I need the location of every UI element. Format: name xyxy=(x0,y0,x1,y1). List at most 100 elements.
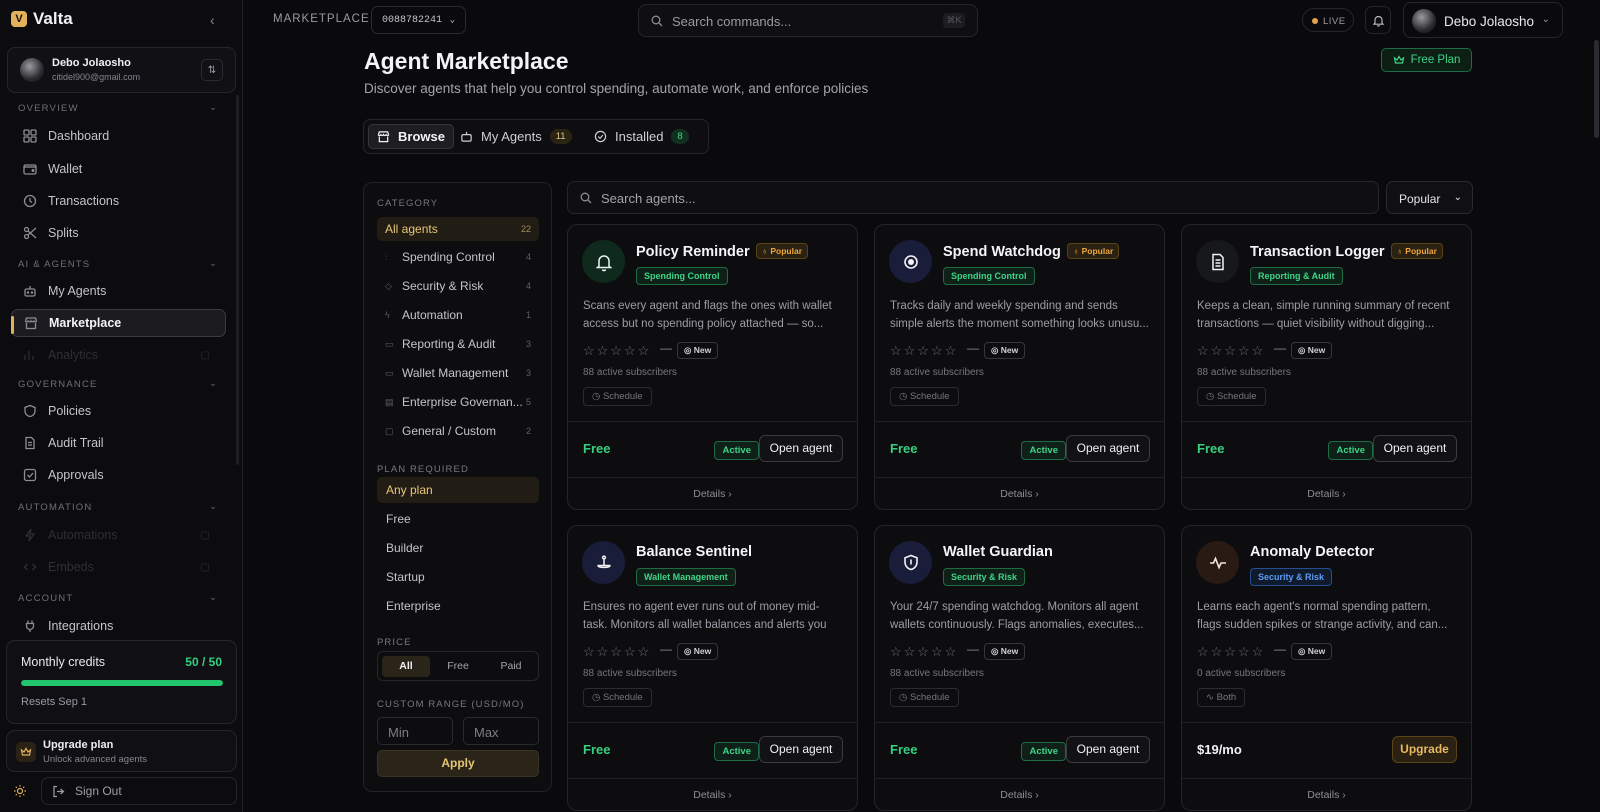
status-badge: Active xyxy=(1021,441,1066,460)
command-search[interactable]: Search commands... ⌘K xyxy=(638,4,978,37)
category-enterprise-governance[interactable]: ▤ Enterprise Governan... 5 xyxy=(377,390,539,414)
account-selector[interactable]: 0088782241 ⌄ xyxy=(371,6,466,34)
page-subtitle: Discover agents that help you control sp… xyxy=(364,81,869,96)
bell-icon xyxy=(582,240,625,283)
section-overview[interactable]: OVERVIEW ⌄ xyxy=(18,102,218,114)
open-agent-button[interactable]: Open agent xyxy=(1066,435,1150,462)
clock-icon: ◷ xyxy=(592,692,601,703)
sidebar-item-approvals[interactable]: Approvals xyxy=(11,461,226,489)
sun-icon[interactable] xyxy=(9,780,31,802)
notifications-button[interactable] xyxy=(1365,6,1391,34)
divider xyxy=(875,778,1164,779)
subscriber-count: 88 active subscribers xyxy=(583,668,677,679)
price-paid[interactable]: Paid xyxy=(487,656,535,677)
marketplace-tabs: Browse My Agents 11 Installed 8 xyxy=(363,119,709,154)
trigger-label: Both xyxy=(1216,692,1237,703)
details-link[interactable]: Details › xyxy=(875,789,1164,801)
agent-name-text: Wallet Guardian xyxy=(943,544,1053,560)
main-scrollbar[interactable] xyxy=(1594,40,1599,138)
details-link[interactable]: Details › xyxy=(568,488,857,500)
section-automation[interactable]: AUTOMATION ⌄ xyxy=(18,501,218,513)
apply-button[interactable]: Apply xyxy=(377,750,539,777)
collapse-sidebar-icon[interactable]: ‹ xyxy=(210,12,215,28)
price-all[interactable]: All xyxy=(382,656,430,677)
sidebar-item-my-agents[interactable]: My Agents xyxy=(11,277,226,305)
sidebar-item-dashboard[interactable]: Dashboard xyxy=(11,122,226,150)
sidebar-item-splits[interactable]: Splits xyxy=(11,219,226,247)
sidebar-item-wallet[interactable]: Wallet xyxy=(11,155,226,183)
lock-icon: ▢ xyxy=(200,349,210,361)
agent-name: Transaction Logger ♁ Popular xyxy=(1250,243,1443,260)
category-spending-control[interactable]: ⫶ Spending Control 4 xyxy=(377,245,539,269)
plan-any[interactable]: Any plan xyxy=(377,477,539,503)
details-link[interactable]: Details › xyxy=(1182,789,1471,801)
category-general-custom[interactable]: ▢ General / Custom 2 xyxy=(377,419,539,443)
section-account[interactable]: ACCOUNT ⌄ xyxy=(18,592,218,604)
plan-enterprise[interactable]: Enterprise xyxy=(377,593,539,619)
plan-badge[interactable]: Free Plan xyxy=(1381,48,1472,72)
open-agent-button[interactable]: Open agent xyxy=(759,435,843,462)
category-badge: Security & Risk xyxy=(1250,568,1333,586)
command-search-placeholder: Search commands... xyxy=(672,14,792,29)
section-ai-agents[interactable]: AI & AGENTS ⌄ xyxy=(18,258,218,270)
sidebar-item-marketplace[interactable]: Marketplace xyxy=(11,309,226,337)
chevron-down-icon: ⌄ xyxy=(209,592,218,602)
details-link[interactable]: Details › xyxy=(568,789,857,801)
category-automation[interactable]: ϟ Automation 1 xyxy=(377,303,539,327)
agent-card-policy-reminder[interactable]: Policy Reminder ♁ Popular Spending Contro… xyxy=(567,224,858,510)
upgrade-plan-card[interactable]: Upgrade plan Unlock advanced agents xyxy=(6,730,237,772)
sidebar-item-analytics[interactable]: Analytics ▢ xyxy=(11,341,226,369)
sidebar-item-policies[interactable]: Policies xyxy=(11,397,226,425)
agent-card-balance-sentinel[interactable]: Balance Sentinel Wallet Management Ensur… xyxy=(567,525,858,811)
sidebar-item-audit-trail[interactable]: Audit Trail xyxy=(11,429,226,457)
agent-card-anomaly-detector[interactable]: Anomaly Detector Security & Risk Learns … xyxy=(1181,525,1472,811)
agent-card-transaction-logger[interactable]: Transaction Logger ♁ Popular Reporting & … xyxy=(1181,224,1472,510)
category-wallet-management[interactable]: ▭ Wallet Management 3 xyxy=(377,361,539,385)
subscriber-count: 88 active subscribers xyxy=(890,668,984,679)
category-security-risk[interactable]: ◇ Security & Risk 4 xyxy=(377,274,539,298)
open-agent-button[interactable]: Open agent xyxy=(1373,435,1457,462)
agent-card-spend-watchdog[interactable]: Spend Watchdog ♁ Popular Spending Control… xyxy=(874,224,1165,510)
tab-installed[interactable]: Installed 8 xyxy=(586,124,697,149)
sidebar-scrollbar[interactable] xyxy=(236,95,239,465)
max-price-input[interactable]: Max xyxy=(463,717,539,745)
details-link[interactable]: Details › xyxy=(1182,488,1471,500)
open-agent-button[interactable]: Open agent xyxy=(759,736,843,763)
tab-my-agents[interactable]: My Agents 11 xyxy=(452,124,580,149)
section-governance[interactable]: GOVERNANCE ⌄ xyxy=(18,378,218,390)
sidebar-item-label: Audit Trail xyxy=(48,436,104,450)
sort-select[interactable]: Popular ⌄ xyxy=(1386,181,1473,214)
agent-search-input[interactable]: Search agents... xyxy=(567,181,1379,214)
brand[interactable]: V Valta xyxy=(11,9,73,29)
live-indicator[interactable]: LIVE xyxy=(1302,8,1354,32)
upgrade-button[interactable]: Upgrade xyxy=(1392,736,1457,763)
agent-card-wallet-guardian[interactable]: Wallet Guardian Security & Risk Your 24/… xyxy=(874,525,1165,811)
divider xyxy=(875,421,1164,422)
sign-out-button[interactable]: Sign Out xyxy=(41,777,237,805)
price-free[interactable]: Free xyxy=(434,656,482,677)
sidebar-item-automations[interactable]: Automations ▢ xyxy=(11,521,226,549)
open-agent-button[interactable]: Open agent xyxy=(1066,736,1150,763)
category-reporting-audit[interactable]: ▭ Reporting & Audit 3 xyxy=(377,332,539,356)
agent-description: Learns each agent's normal spending patt… xyxy=(1197,601,1448,631)
chevron-up-down-icon[interactable]: ⇅ xyxy=(201,59,223,81)
section-account-label: ACCOUNT xyxy=(18,593,74,604)
profile-menu[interactable]: Debo Jolaosho ⌄ xyxy=(1403,2,1563,38)
sliders-icon: ⫶ xyxy=(385,251,388,262)
tab-browse[interactable]: Browse xyxy=(368,124,454,149)
user-switcher[interactable]: Debo Jolaosho citidel900@gmail.com ⇅ xyxy=(7,47,236,93)
store-icon xyxy=(377,131,390,143)
plan-free[interactable]: Free xyxy=(377,506,539,532)
new-badge-label: New xyxy=(1307,646,1326,656)
sidebar-item-transactions[interactable]: Transactions xyxy=(11,187,226,215)
min-price-input[interactable]: Min xyxy=(377,717,453,745)
sidebar-item-embeds[interactable]: Embeds ▢ xyxy=(11,553,226,581)
plan-builder[interactable]: Builder xyxy=(377,535,539,561)
sidebar-item-integrations[interactable]: Integrations xyxy=(11,612,226,640)
agent-price: Free xyxy=(1197,441,1225,456)
tab-count: 8 xyxy=(671,129,689,144)
category-label: Wallet Management xyxy=(402,366,509,380)
category-all[interactable]: All agents 22 xyxy=(377,217,539,241)
plan-startup[interactable]: Startup xyxy=(377,564,539,590)
details-link[interactable]: Details › xyxy=(875,488,1164,500)
